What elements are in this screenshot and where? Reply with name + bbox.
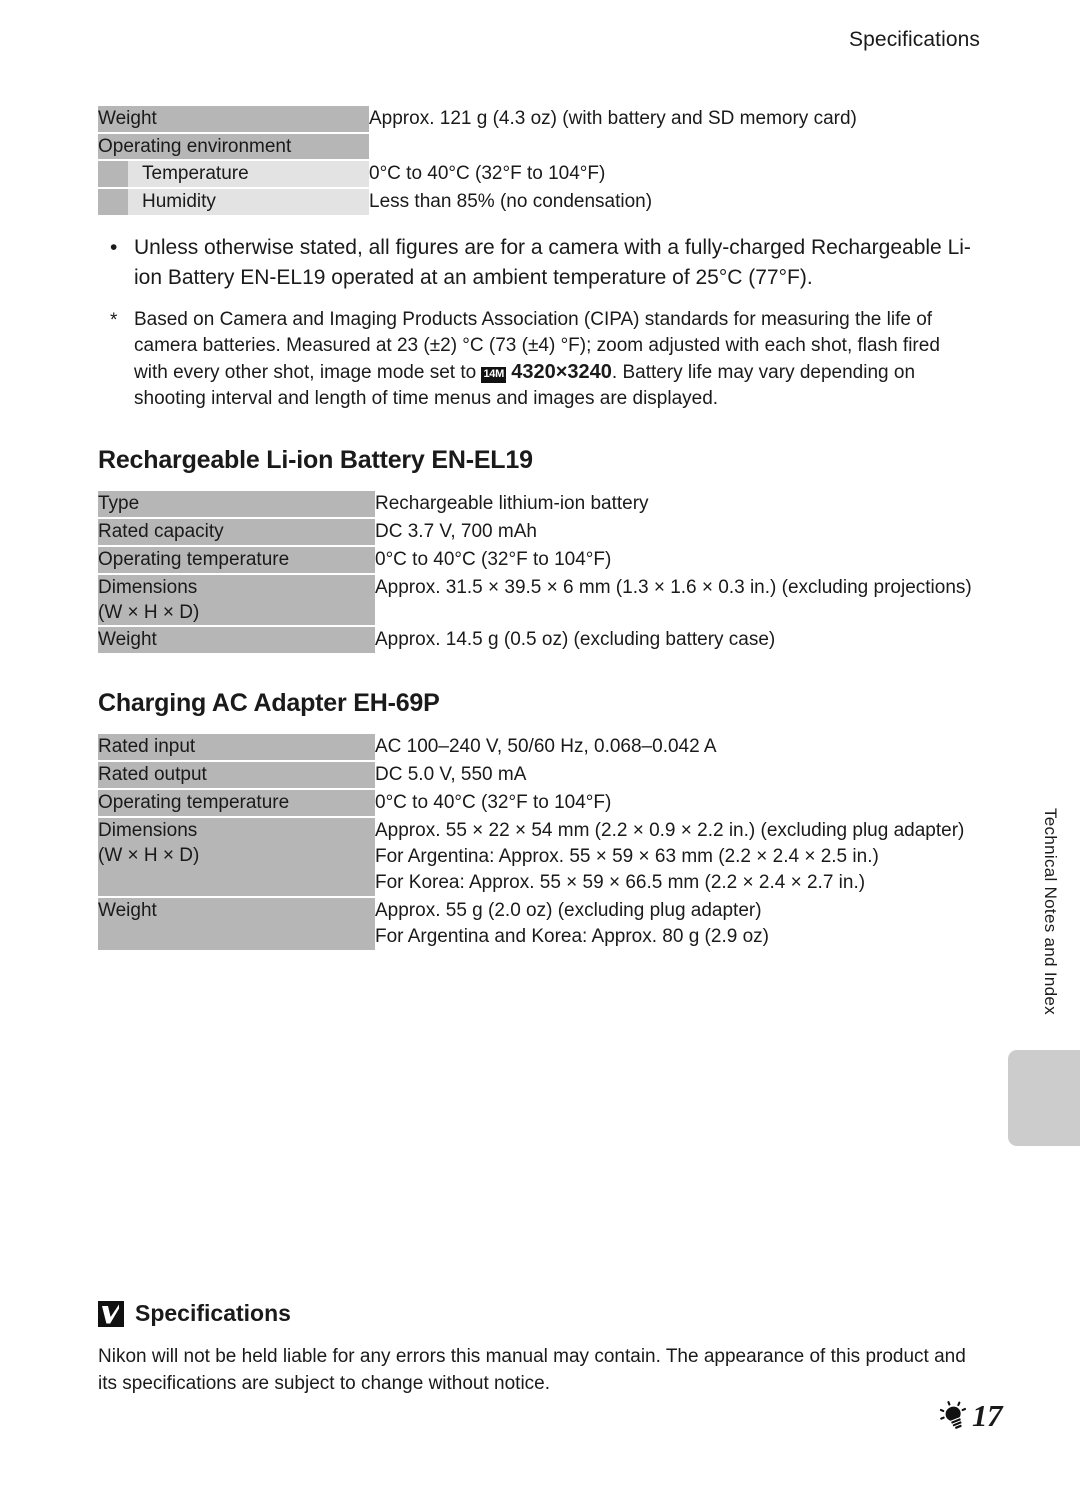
spec-value [369,134,978,159]
spec-value: AC 100–240 V, 50/60 Hz, 0.068–0.042 A [375,734,978,760]
specifications-note: Specifications Nikon will not be held li… [98,1300,988,1397]
spec-value: 0°C to 40°C (32°F to 104°F) [369,161,978,187]
table-row: Type Rechargeable lithium-ion battery [98,491,978,517]
spec-value: Rechargeable lithium-ion battery [375,491,978,517]
battery-specs-body: Type Rechargeable lithium-ion battery Ra… [98,491,978,653]
checkmark-box-icon [98,1300,124,1327]
spec-label: Humidity [128,189,369,215]
spec-label: Weight [98,106,369,132]
note-title: Specifications [135,1300,291,1326]
battery-specs-table: Type Rechargeable lithium-ion battery Ra… [98,489,978,655]
bullet-note: • Unless otherwise stated, all figures a… [98,233,978,293]
table-row: Weight Approx. 55 g (2.0 oz) (excluding … [98,898,978,950]
table-row: Rated input AC 100–240 V, 50/60 Hz, 0.06… [98,734,978,760]
adapter-specs-body: Rated input AC 100–240 V, 50/60 Hz, 0.06… [98,734,978,950]
image-mode-14m-icon: 14M [481,367,506,383]
adapter-specs-table: Rated input AC 100–240 V, 50/60 Hz, 0.06… [98,732,978,952]
indent-strip [98,189,128,215]
lightbulb-icon [939,1400,969,1432]
battery-section-heading: Rechargeable Li-ion Battery EN-EL19 [98,446,533,474]
spec-value: DC 5.0 V, 550 mA [375,762,978,788]
spec-label: Operating temperature [98,790,375,816]
table-row: Rated capacity DC 3.7 V, 700 mAh [98,519,978,545]
spec-label: Operating environment [98,134,369,159]
table-row: Weight Approx. 14.5 g (0.5 oz) (excludin… [98,627,978,653]
spec-label: Weight [98,627,375,653]
spec-value: 0°C to 40°C (32°F to 104°F) [375,547,978,573]
table-row: Dimensions (W × H × D) Approx. 55 × 22 × … [98,818,978,896]
table-row: Dimensions (W × H × D) Approx. 31.5 × 39.… [98,575,978,625]
spec-label: Dimensions (W × H × D) [98,575,375,625]
running-header-title: Specifications [849,28,980,51]
table-row: Rated output DC 5.0 V, 550 mA [98,762,978,788]
spec-label: Weight [98,898,375,950]
spec-label: Type [98,491,375,517]
section-tab-marker [1008,1050,1080,1146]
spec-label: Operating temperature [98,547,375,573]
page-number-footer: 17 [939,1398,1003,1434]
spec-value: DC 3.7 V, 700 mAh [375,519,978,545]
adapter-section-heading: Charging AC Adapter EH-69P [98,689,440,717]
bullet-note-text: Unless otherwise stated, all figures are… [134,236,971,289]
spec-value: 0°C to 40°C (32°F to 104°F) [375,790,978,816]
section-tab-label: Technical Notes and Index [1041,808,1060,1015]
asterisk-footnote: * Based on Camera and Imaging Products A… [98,307,978,412]
spec-label: Rated output [98,762,375,788]
spec-value: Approx. 55 g (2.0 oz) (excluding plug ad… [375,898,978,950]
spec-label: Temperature [128,161,369,187]
bullet-marker: • [110,236,118,259]
page-number-value: 17 [972,1398,1003,1433]
camera-specs-body: Weight Approx. 121 g (4.3 oz) (with batt… [98,106,978,215]
footnote-marker: * [110,310,118,331]
image-mode-resolution: 4320×3240 [511,361,612,383]
table-row: Weight Approx. 121 g (4.3 oz) (with batt… [98,106,978,132]
table-row: Temperature 0°C to 40°C (32°F to 104°F) [98,161,978,187]
spec-value: Approx. 14.5 g (0.5 oz) (excluding batte… [375,627,978,653]
spec-label: Dimensions (W × H × D) [98,818,375,896]
note-body-text: Nikon will not be held liable for any er… [98,1346,966,1394]
camera-specs-table: Weight Approx. 121 g (4.3 oz) (with batt… [98,104,978,217]
spec-value: Less than 85% (no condensation) [369,189,978,215]
table-row: Operating temperature 0°C to 40°C (32°F … [98,790,978,816]
spec-value: Approx. 55 × 22 × 54 mm (2.2 × 0.9 × 2.2… [375,818,978,896]
spec-value: Approx. 31.5 × 39.5 × 6 mm (1.3 × 1.6 × … [375,575,978,625]
table-row: Operating environment [98,134,978,159]
table-row: Humidity Less than 85% (no condensation) [98,189,978,215]
spec-label: Rated capacity [98,519,375,545]
spec-label: Rated input [98,734,375,760]
indent-strip [98,161,128,187]
spec-value: Approx. 121 g (4.3 oz) (with battery and… [369,106,978,132]
page-content-column: Weight Approx. 121 g (4.3 oz) (with batt… [98,104,978,952]
table-row: Operating temperature 0°C to 40°C (32°F … [98,547,978,573]
note-heading-row: Specifications [98,1300,988,1327]
